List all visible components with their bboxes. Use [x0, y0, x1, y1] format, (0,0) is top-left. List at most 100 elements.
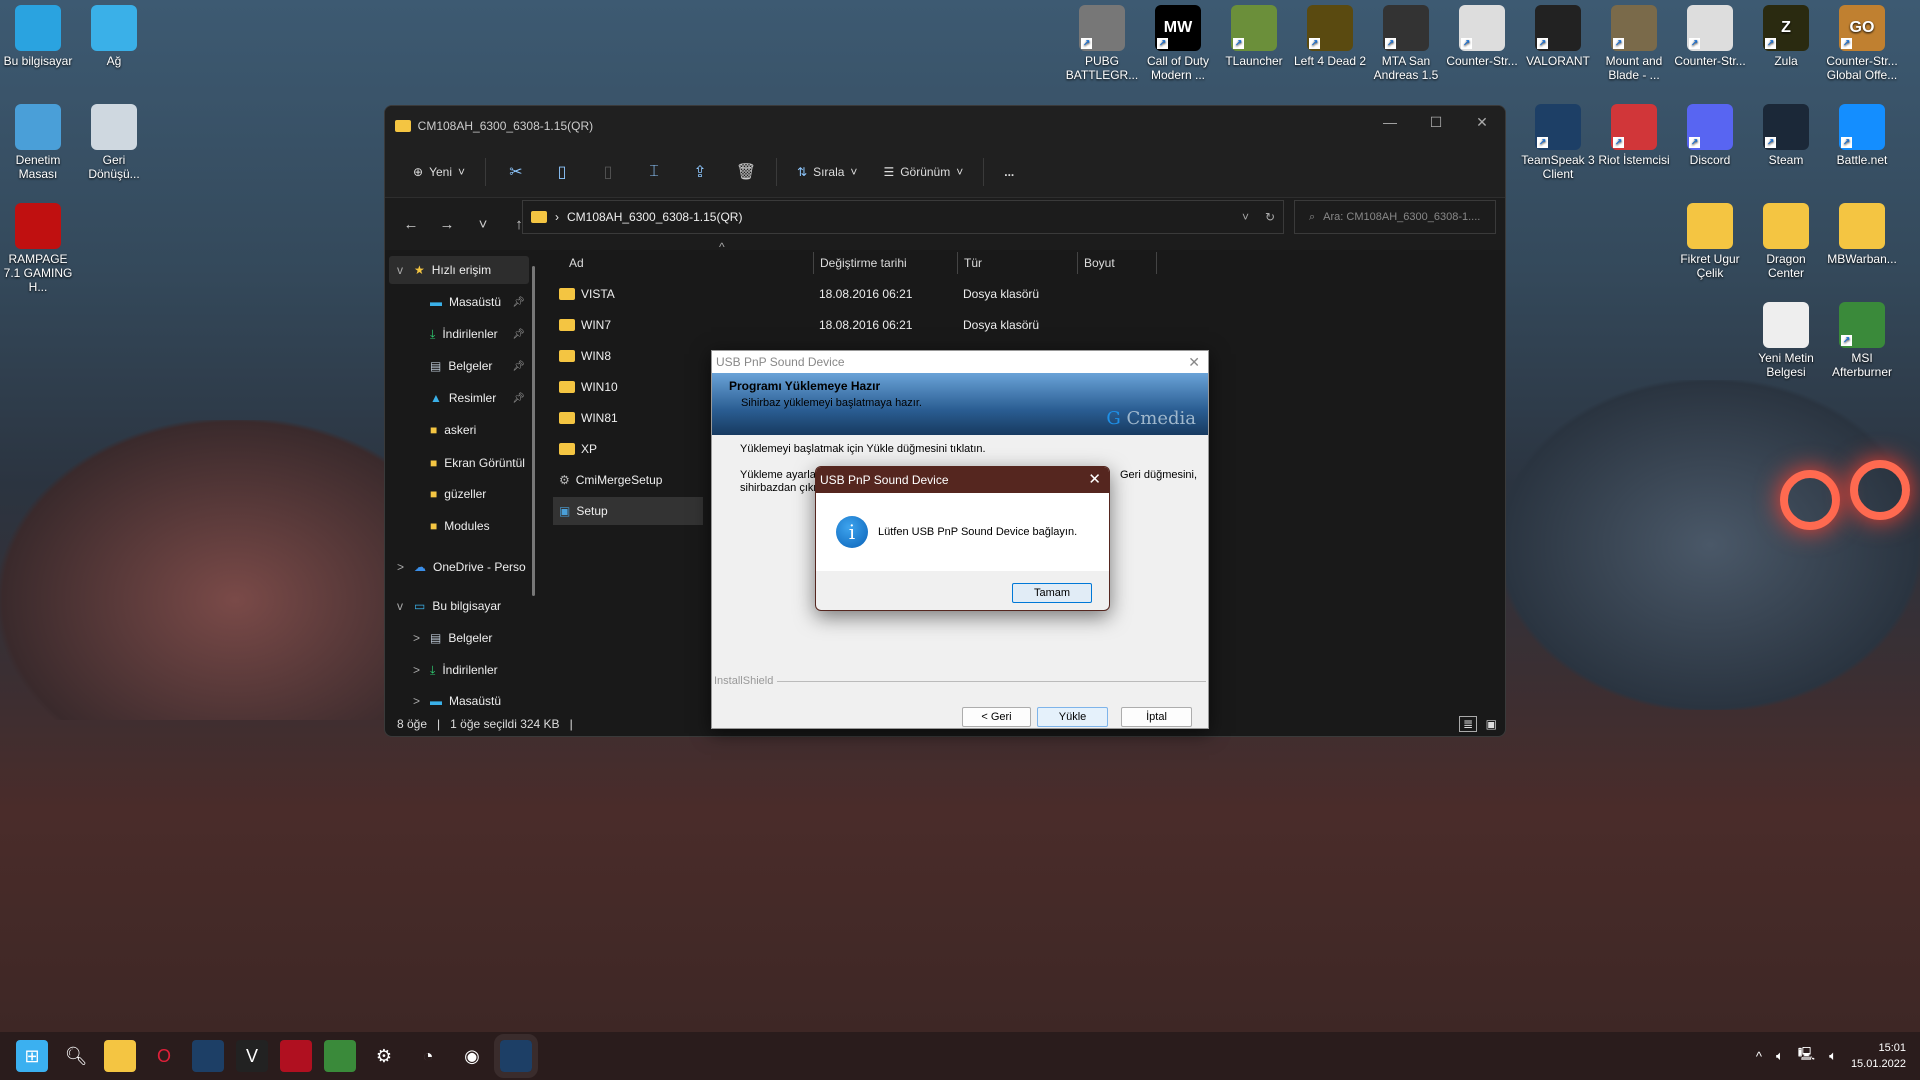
column-size[interactable]: Boyut: [1077, 252, 1157, 274]
desktop-icon[interactable]: ↗ Discord: [1672, 104, 1748, 167]
clock[interactable]: 15:01 15.01.2022: [1851, 1040, 1906, 1072]
nav-item-askeri[interactable]: ■ askeri: [389, 416, 529, 444]
settings-icon[interactable]: ⚙: [368, 1040, 400, 1072]
paste-icon[interactable]: ▯: [588, 156, 628, 188]
column-name[interactable]: Ad: [563, 252, 813, 274]
desktop-icon[interactable]: ↗ VALORANT: [1520, 5, 1596, 68]
nav-item-masa-st-[interactable]: ▬ Masaüstü 📌︎: [389, 288, 529, 316]
forward-icon[interactable]: →: [433, 216, 461, 233]
teamspeak-icon[interactable]: [192, 1040, 224, 1072]
nav-item-ekran-g-r-nt-l[interactable]: ■ Ekran Görüntül: [389, 449, 529, 477]
xbox-icon[interactable]: [324, 1040, 356, 1072]
start-icon[interactable]: ⊞: [16, 1040, 48, 1072]
back-icon[interactable]: ←: [397, 216, 425, 233]
nav-item-i-ndirilenler[interactable]: > ⤓ İndirilenler: [389, 656, 529, 684]
share-icon[interactable]: ⇪: [680, 156, 720, 188]
file-explorer-icon[interactable]: [104, 1040, 136, 1072]
desktop-icon[interactable]: ↗ Steam: [1748, 104, 1824, 167]
network-icon[interactable]: 🖳︎: [1798, 1045, 1815, 1067]
speedometer-icon[interactable]: ◔: [412, 1040, 444, 1072]
chevron-down-icon[interactable]: v: [397, 263, 407, 277]
desktop-icon[interactable]: GO ↗ Counter-Str... Global Offe...: [1824, 5, 1900, 82]
chevron-right-icon[interactable]: >: [413, 663, 423, 677]
desktop-icon[interactable]: Fikret Ugur Çelik: [1672, 203, 1748, 280]
sort-button[interactable]: ⇅ Sırala ˅: [787, 159, 867, 185]
close-button[interactable]: ✕: [1459, 106, 1505, 138]
cut-icon[interactable]: ✂: [496, 156, 536, 188]
chevron-right-icon[interactable]: >: [413, 631, 423, 645]
nav-scrollbar[interactable]: [532, 266, 535, 596]
desktop-icon[interactable]: Z ↗ Zula: [1748, 5, 1824, 68]
chevron-right-icon[interactable]: >: [397, 560, 407, 574]
recent-chevron-icon[interactable]: ˅: [469, 216, 497, 233]
chevron-down-icon[interactable]: ˅: [1242, 210, 1249, 224]
desktop-icon[interactable]: ↗ PUBG BATTLEGR...: [1064, 5, 1140, 82]
desktop-icon[interactable]: Dragon Center: [1748, 203, 1824, 280]
nav-item-h-zl-eri-im[interactable]: v ★ Hızlı erişim: [389, 256, 529, 284]
nav-item-belgeler[interactable]: > ▤ Belgeler: [389, 624, 529, 652]
desktop-icon[interactable]: MW ↗ Call of Duty Modern ...: [1140, 5, 1216, 82]
desktop-icon[interactable]: ↗ TeamSpeak 3 Client: [1520, 104, 1596, 181]
column-type[interactable]: Tür: [957, 252, 1077, 274]
close-icon[interactable]: ✕: [1088, 467, 1101, 493]
nav-item-modules[interactable]: ■ Modules: [389, 512, 529, 540]
file-row[interactable]: VISTA 18.08.2016 06:21 Dosya klasörü: [553, 280, 1153, 308]
desktop-icon[interactable]: ↗ TLauncher: [1216, 5, 1292, 68]
file-row[interactable]: ▣ Setup: [553, 497, 703, 525]
address-bar[interactable]: › CM108AH_6300_6308-1.15(QR) ˅ ↻: [522, 200, 1284, 234]
ok-button[interactable]: Tamam: [1012, 583, 1092, 603]
delete-icon[interactable]: 🗑︎: [726, 156, 766, 188]
column-date[interactable]: Değiştirme tarihi: [813, 252, 957, 274]
desktop-icon[interactable]: ↗ MTA San Andreas 1.5: [1368, 5, 1444, 82]
refresh-icon[interactable]: ↻: [1265, 210, 1275, 224]
search-icon[interactable]: 🔍︎: [60, 1040, 92, 1072]
desktop-icon[interactable]: ↗ Counter-Str...: [1444, 5, 1520, 68]
back-button[interactable]: < Geri: [962, 707, 1031, 727]
desktop-icon-bu-bilgisayar[interactable]: Bu bilgisayar: [0, 5, 76, 68]
desktop-icon[interactable]: ↗ Mount and Blade - ...: [1596, 5, 1672, 82]
rename-icon[interactable]: ⌶: [634, 157, 674, 187]
nav-item-onedrive-perso[interactable]: > ☁ OneDrive - Perso: [389, 553, 529, 581]
tiles-view-icon[interactable]: ▣: [1486, 717, 1497, 731]
desktop-icon[interactable]: ↗ Counter-Str...: [1672, 5, 1748, 68]
details-view-icon[interactable]: ≣: [1458, 716, 1477, 732]
desktop-icon[interactable]: ↗ Riot İstemcisi: [1596, 104, 1672, 167]
file-row[interactable]: WIN7 18.08.2016 06:21 Dosya klasörü: [553, 311, 1153, 339]
desktop-icon-rampage-7-1-gaming-h-[interactable]: RAMPAGE 7.1 GAMING H...: [0, 203, 76, 294]
maximize-button[interactable]: ☐: [1413, 106, 1459, 138]
speaker-icon[interactable]: 🔈︎: [1829, 1048, 1837, 1064]
desktop-icon-geri-d-n-[interactable]: Geri Dönüşü...: [76, 104, 152, 181]
show-hidden-icons-icon[interactable]: ^: [1756, 1049, 1762, 1064]
nav-item-bu-bilgisayar[interactable]: v ▭ Bu bilgisayar: [389, 592, 529, 620]
folder-icon: [559, 350, 575, 362]
nav-item-belgeler[interactable]: ▤ Belgeler 📌︎: [389, 352, 529, 380]
opera-icon[interactable]: O: [148, 1040, 180, 1072]
nav-item-masa-st-[interactable]: > ▬ Masaüstü: [389, 687, 529, 715]
desktop-icon[interactable]: ↗ Left 4 Dead 2: [1292, 5, 1368, 68]
new-button[interactable]: ⊕ Yeni ˅: [403, 159, 475, 185]
nav-item-i-ndirilenler[interactable]: ⤓ İndirilenler 📌︎: [389, 320, 529, 348]
copy-icon[interactable]: ▯: [542, 156, 582, 188]
search-input[interactable]: ⌕ Ara: CM108AH_6300_6308-1....: [1294, 200, 1496, 234]
nav-item-resimler[interactable]: ▲ Resimler 📌︎: [389, 384, 529, 412]
close-icon[interactable]: ✕: [1188, 351, 1200, 373]
valorant-icon[interactable]: V: [236, 1040, 268, 1072]
more-button[interactable]: ...: [994, 159, 1024, 185]
install-button[interactable]: Yükle: [1037, 707, 1108, 727]
cancel-button[interactable]: İptal: [1121, 707, 1192, 727]
chevron-down-icon[interactable]: v: [397, 599, 407, 613]
desktop-icon-a-[interactable]: Ağ: [76, 5, 152, 68]
minimize-button[interactable]: —: [1367, 106, 1413, 138]
desktop-icon[interactable]: Yeni Metin Belgesi: [1748, 302, 1824, 379]
desktop-icon-denetim-masas-[interactable]: Denetim Masası: [0, 104, 76, 181]
view-button[interactable]: ☰ Görünüm ˅: [873, 159, 973, 185]
desktop-icon[interactable]: ↗ Battle.net: [1824, 104, 1900, 167]
desktop-icon[interactable]: ↗ MSI Afterburner: [1824, 302, 1900, 379]
installer-icon[interactable]: [494, 1034, 538, 1078]
chevron-right-icon[interactable]: >: [413, 694, 423, 708]
nav-item-g-zeller[interactable]: ■ güzeller: [389, 480, 529, 508]
media-player-icon[interactable]: ◉: [456, 1040, 488, 1072]
desktop-icon[interactable]: MBWarban...: [1824, 203, 1900, 266]
volume-icon[interactable]: 🔈︎: [1776, 1048, 1784, 1064]
msi-dragon-icon[interactable]: [280, 1040, 312, 1072]
